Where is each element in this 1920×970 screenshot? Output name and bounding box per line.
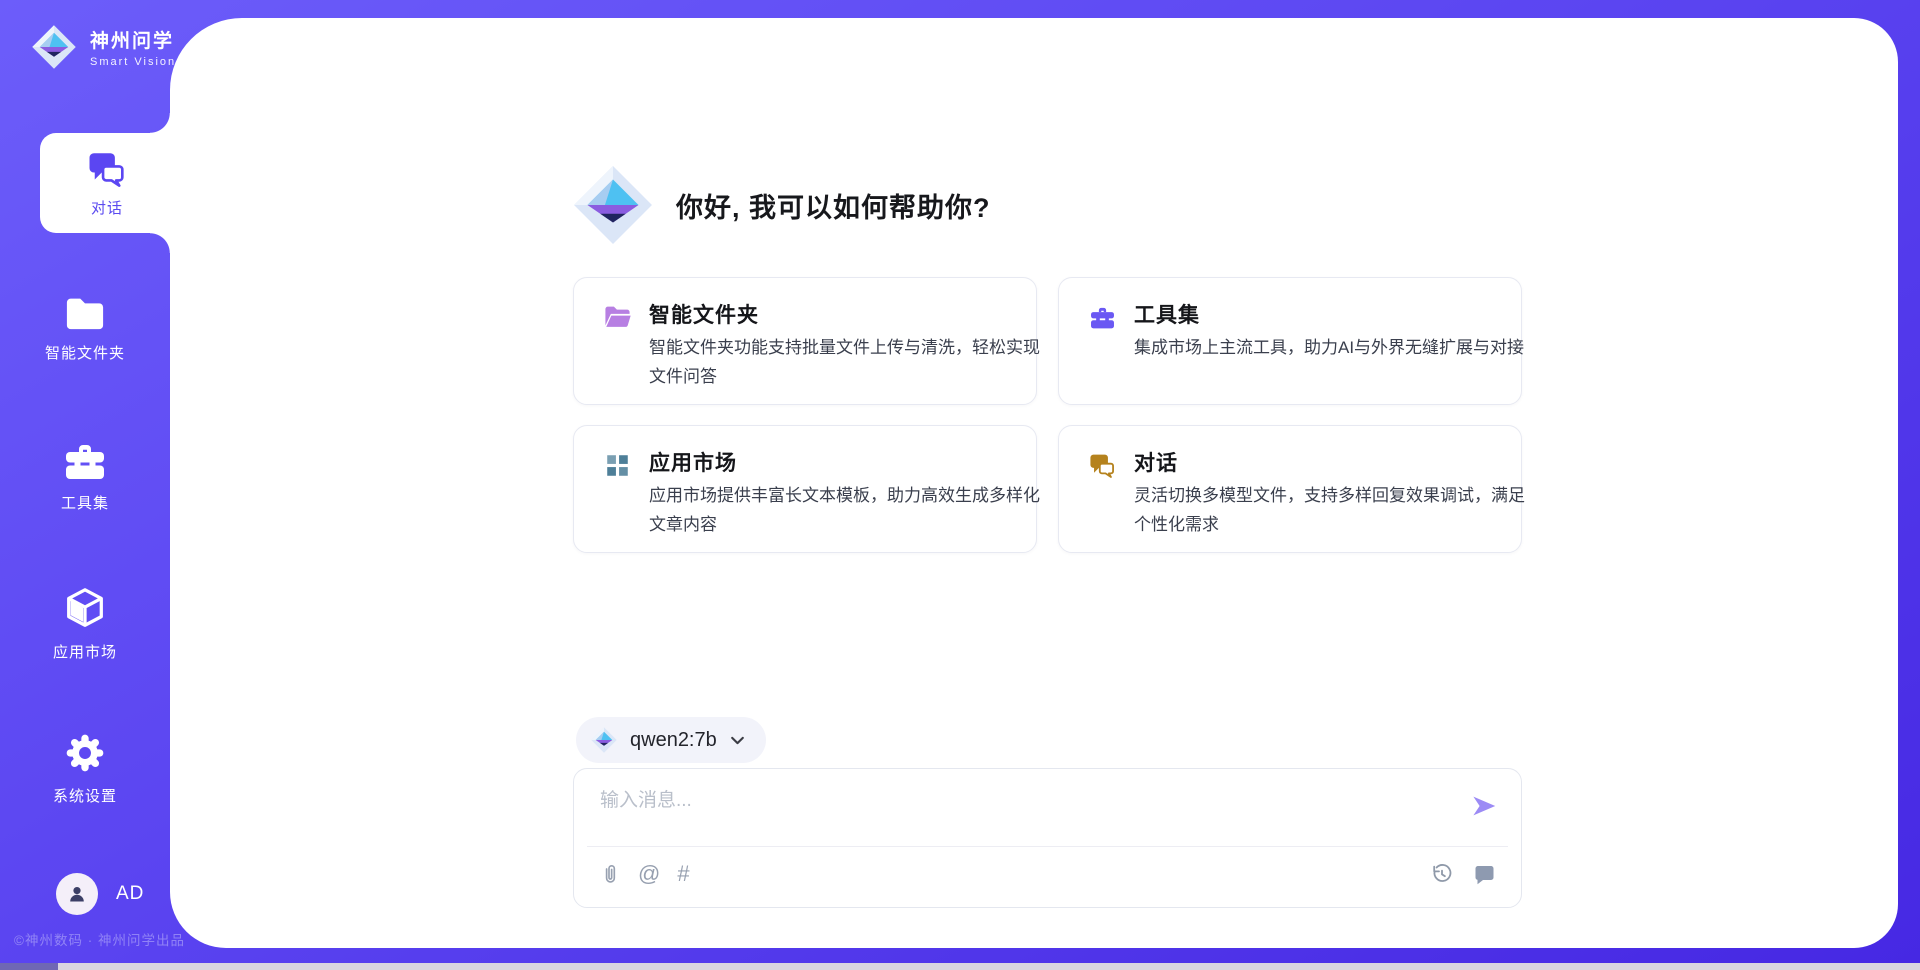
card-title: 对话 xyxy=(1134,447,1178,477)
chat-icon xyxy=(1088,451,1117,480)
app-logo: 神州问学 Smart Vision xyxy=(30,23,176,71)
feature-card-chat[interactable]: 对话 灵活切换多模型文件，支持多样回复效果调试，满足个性化需求 xyxy=(1058,425,1522,553)
history-icon[interactable] xyxy=(1430,862,1454,886)
card-title: 应用市场 xyxy=(649,447,737,477)
composer-toolbar-left: @ # xyxy=(599,862,690,886)
folder-icon xyxy=(62,292,108,332)
brand-diamond-icon xyxy=(30,23,78,71)
brand-subtitle: Smart Vision xyxy=(90,56,176,68)
greeting-title: 你好, 我可以如何帮助你? xyxy=(676,186,991,225)
composer-divider xyxy=(587,846,1508,847)
gear-icon xyxy=(63,731,107,775)
scrollbar-thumb[interactable] xyxy=(0,963,58,970)
model-diamond-icon xyxy=(590,726,618,754)
sidebar-item-smart-folder[interactable]: 智能文件夹 xyxy=(0,292,170,363)
chat-icon xyxy=(86,148,128,190)
sidebar-item-chat[interactable]: 对话 xyxy=(40,133,174,233)
card-description: 智能文件夹功能支持批量文件上传与清洗，轻松实现文件问答 xyxy=(649,333,1045,391)
hashtag-icon[interactable]: # xyxy=(677,862,689,886)
sidebar-item-label: 应用市场 xyxy=(53,641,117,662)
send-button[interactable] xyxy=(1469,791,1499,821)
sidebar-item-label: 智能文件夹 xyxy=(45,342,125,363)
copyright-footer: ©神州数码 · 神州问学出品 xyxy=(14,929,185,949)
card-description: 应用市场提供丰富长文本模板，助力高效生成多样化文章内容 xyxy=(649,481,1045,539)
model-selector[interactable]: qwen2:7b xyxy=(576,717,766,763)
mention-icon[interactable]: @ xyxy=(638,862,660,886)
tab-fillet-bottom xyxy=(150,233,170,253)
feature-card-app-market[interactable]: 应用市场 应用市场提供丰富长文本模板，助力高效生成多样化文章内容 xyxy=(573,425,1037,553)
card-description: 灵活切换多模型文件，支持多样回复效果调试，满足个性化需求 xyxy=(1134,481,1530,539)
sidebar-item-toolbox[interactable]: 工具集 xyxy=(0,440,170,513)
toolbox-icon xyxy=(1088,303,1117,332)
composer-toolbar-right xyxy=(1430,862,1496,886)
comment-icon[interactable] xyxy=(1472,862,1496,886)
attachment-icon[interactable] xyxy=(599,862,621,886)
assistant-diamond-icon xyxy=(570,162,656,248)
greeting-block: 你好, 我可以如何帮助你? xyxy=(570,162,991,248)
chevron-down-icon xyxy=(729,732,746,749)
cube-icon xyxy=(62,585,108,631)
message-composer: @ # xyxy=(573,768,1522,908)
feature-card-toolbox[interactable]: 工具集 集成市场上主流工具，助力AI与外界无缝扩展与对接 xyxy=(1058,277,1522,405)
user-account[interactable]: AD xyxy=(56,873,144,915)
sidebar-item-label: 工具集 xyxy=(61,492,109,513)
sidebar-item-app-market[interactable]: 应用市场 xyxy=(0,585,170,662)
feature-card-smart-folder[interactable]: 智能文件夹 智能文件夹功能支持批量文件上传与清洗，轻松实现文件问答 xyxy=(573,277,1037,405)
sidebar-item-label: 系统设置 xyxy=(53,785,117,806)
avatar xyxy=(56,873,98,915)
sidebar-item-settings[interactable]: 系统设置 xyxy=(0,731,170,806)
card-title: 工具集 xyxy=(1134,299,1200,329)
model-name: qwen2:7b xyxy=(630,729,717,752)
message-input[interactable] xyxy=(600,785,1450,839)
send-icon xyxy=(1469,791,1499,821)
card-description: 集成市场上主流工具，助力AI与外界无缝扩展与对接 xyxy=(1134,333,1530,362)
horizontal-scrollbar[interactable] xyxy=(0,963,1920,970)
brand-name: 神州问学 xyxy=(90,26,176,53)
folder-open-icon xyxy=(603,303,632,332)
sidebar-item-label: 对话 xyxy=(91,197,123,218)
person-icon xyxy=(65,882,89,906)
tab-fillet-top xyxy=(150,113,170,133)
card-title: 智能文件夹 xyxy=(649,299,759,329)
user-initials: AD xyxy=(116,883,144,905)
toolbox-icon xyxy=(61,440,109,482)
apps-grid-icon xyxy=(603,451,632,480)
